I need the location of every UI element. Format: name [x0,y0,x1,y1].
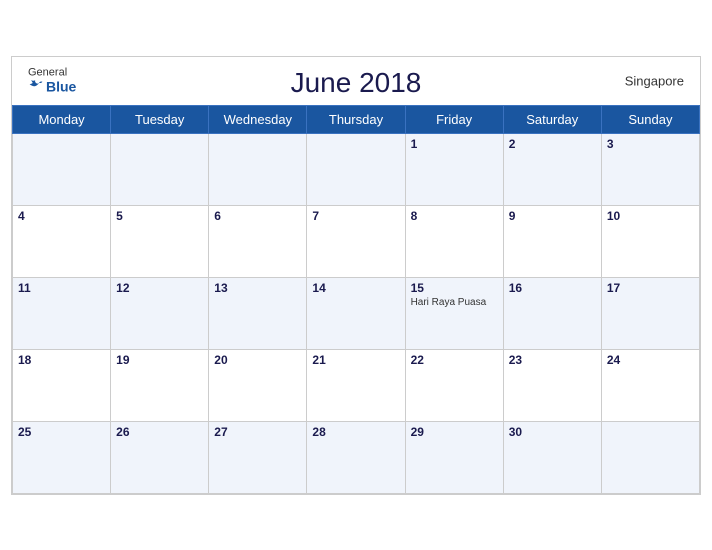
week-row-3: 11 12 13 14 15 Hari Raya Puasa 16 17 [13,277,700,349]
calendar-cell: 11 [13,277,111,349]
week-row-1: 123 [13,133,700,205]
day-number: 5 [116,209,203,223]
weekday-header-thursday: Thursday [307,105,405,133]
day-number: 3 [607,137,694,151]
day-number: 2 [509,137,596,151]
brand-logo: General Blue [28,67,76,94]
calendar-cell: 2 [503,133,601,205]
weekday-header-row: MondayTuesdayWednesdayThursdayFridaySatu… [13,105,700,133]
week-row-5: 25 26 27 28 29 30 [13,421,700,493]
calendar-cell: 24 [601,349,699,421]
calendar-cell: 6 [209,205,307,277]
day-number: 29 [411,425,498,439]
calendar-cell: 13 [209,277,307,349]
calendar-cell: 28 [307,421,405,493]
week-row-2: 456789 10 [13,205,700,277]
weekday-header-friday: Friday [405,105,503,133]
day-number: 4 [18,209,105,223]
day-number: 12 [116,281,203,295]
calendar-cell: 27 [209,421,307,493]
calendar-cell [111,133,209,205]
calendar-cell [601,421,699,493]
day-number: 27 [214,425,301,439]
calendar-cell: 20 [209,349,307,421]
calendar-cell: 9 [503,205,601,277]
calendar-cell: 26 [111,421,209,493]
calendar-cell: 4 [13,205,111,277]
weekday-header-monday: Monday [13,105,111,133]
brand-blue-text: Blue [28,78,76,94]
calendar-cell: 7 [307,205,405,277]
calendar-cell: 8 [405,205,503,277]
day-number: 23 [509,353,596,367]
weekday-header-tuesday: Tuesday [111,105,209,133]
day-number: 9 [509,209,596,223]
day-number: 25 [18,425,105,439]
calendar-cell: 29 [405,421,503,493]
day-number: 18 [18,353,105,367]
week-row-4: 18 19 20 21 22 23 24 [13,349,700,421]
calendar-cell: 16 [503,277,601,349]
calendar-cell: 30 [503,421,601,493]
day-number: 16 [509,281,596,295]
calendar-header: General Blue June 2018 Singapore [12,57,700,105]
day-number: 10 [607,209,694,223]
event-label: Hari Raya Puasa [411,297,498,308]
day-number: 13 [214,281,301,295]
calendar-cell: 21 [307,349,405,421]
day-number: 15 [411,281,498,295]
calendar-location: Singapore [625,73,684,88]
day-number: 6 [214,209,301,223]
calendar-cell: 17 [601,277,699,349]
day-number: 14 [312,281,399,295]
day-number: 8 [411,209,498,223]
day-number: 17 [607,281,694,295]
calendar-container: General Blue June 2018 Singapore MondayT… [11,56,701,495]
day-number: 26 [116,425,203,439]
calendar-cell: 5 [111,205,209,277]
calendar-cell [307,133,405,205]
weekday-header-wednesday: Wednesday [209,105,307,133]
calendar-title: June 2018 [28,67,684,99]
weekday-header-sunday: Sunday [601,105,699,133]
calendar-cell: 18 [13,349,111,421]
calendar-cell: 15 Hari Raya Puasa [405,277,503,349]
brand-general-text: General [28,67,67,78]
day-number: 28 [312,425,399,439]
calendar-cell: 1 [405,133,503,205]
calendar-cell: 22 [405,349,503,421]
calendar-cell: 14 [307,277,405,349]
day-number: 30 [509,425,596,439]
brand-bird-icon [28,78,44,94]
calendar-table: MondayTuesdayWednesdayThursdayFridaySatu… [12,105,700,494]
day-number: 24 [607,353,694,367]
day-number: 20 [214,353,301,367]
day-number: 1 [411,137,498,151]
calendar-cell [209,133,307,205]
day-number: 22 [411,353,498,367]
day-number: 21 [312,353,399,367]
calendar-cell: 12 [111,277,209,349]
calendar-cell: 23 [503,349,601,421]
day-number: 7 [312,209,399,223]
calendar-cell: 10 [601,205,699,277]
calendar-cell: 19 [111,349,209,421]
weekday-header-saturday: Saturday [503,105,601,133]
day-number: 19 [116,353,203,367]
calendar-cell: 3 [601,133,699,205]
day-number: 11 [18,281,105,295]
calendar-cell: 25 [13,421,111,493]
calendar-cell [13,133,111,205]
